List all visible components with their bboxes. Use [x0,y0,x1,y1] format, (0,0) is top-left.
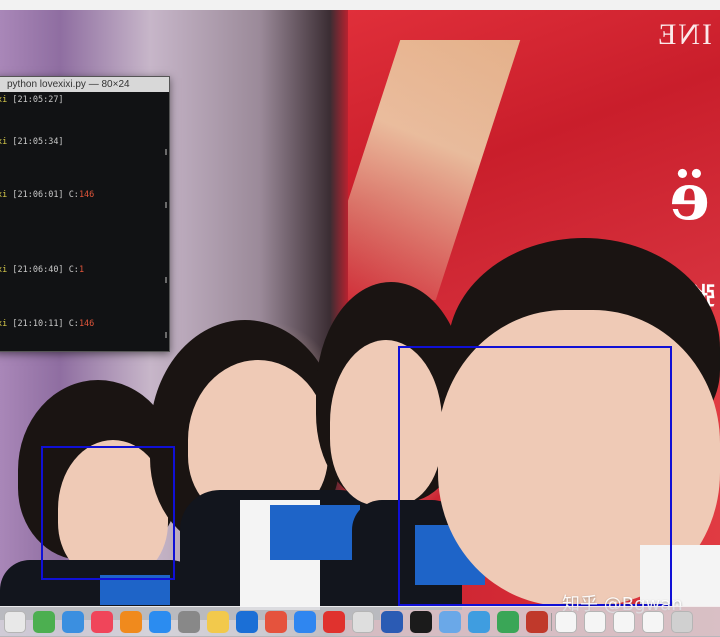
app-store-icon[interactable] [149,611,171,633]
terminal-line-user: xi [0,95,8,105]
photos-icon[interactable] [207,611,229,633]
word-icon[interactable] [381,611,403,633]
chrome-icon[interactable] [265,611,287,633]
keynote-icon[interactable] [62,611,84,633]
stocks-icon[interactable] [33,611,55,633]
terminal-line: xi [21:10:11] C:146 [0,319,94,329]
terminal-line-time: [21:05:27] [12,95,64,105]
poster-script-text: ё [669,160,710,235]
weibo-icon[interactable] [323,611,345,633]
teamviewer-icon[interactable] [236,611,258,633]
terminal-line-label: C: [68,319,79,329]
face-detection-box-right [398,346,672,606]
baidu-netdisk-icon[interactable] [294,611,316,633]
terminal-line: xi [21:05:34] [0,137,64,147]
music-icon[interactable] [91,611,113,633]
pycharm-icon[interactable] [526,611,548,633]
document-2-icon[interactable] [584,611,606,633]
terminal-line-label: C: [68,265,79,275]
preview-icon[interactable] [439,611,461,633]
document-4-icon[interactable] [642,611,664,633]
dock-separator [551,613,552,631]
terminal-line-user: xi [0,190,8,200]
terminal-line-time: [21:10:11] [12,319,64,329]
terminal-line-value: 146 [78,190,95,200]
notes-icon[interactable] [352,611,374,633]
terminal-line: xi [21:05:27] [0,95,64,105]
face-detection-box-left [41,446,175,580]
books-icon[interactable] [120,611,142,633]
poster-top-text: INE [656,18,712,51]
system-preferences-icon[interactable] [178,611,200,633]
terminal-title: python lovexixi.py — 80×24 [0,77,169,92]
terminal-line-user: xi [0,319,8,329]
launchpad-icon[interactable] [4,611,26,633]
terminal-cursor-mark [165,332,167,338]
terminal-line-label: C: [68,190,79,200]
terminal-line-time: [21:05:34] [12,137,64,147]
menu-bar [0,0,720,10]
terminal-line-time: [21:06:40] [12,265,64,275]
terminal-line-value: 1 [78,265,85,275]
terminal-line: xi [21:06:01] C:146 [0,190,94,200]
finder-icon[interactable] [468,611,490,633]
document-icon[interactable] [555,611,577,633]
terminal-line: xi [21:06:40] C:1 [0,265,84,275]
trash-icon[interactable] [671,611,693,633]
sync-icon[interactable] [497,611,519,633]
document-3-icon[interactable] [613,611,635,633]
terminal-cursor-mark [165,149,167,155]
terminal-line-user: xi [0,265,8,275]
dock [0,606,720,637]
terminal-cursor-mark [165,202,167,208]
terminal-icon[interactable] [410,611,432,633]
terminal-window[interactable]: python lovexixi.py — 80×24 xi [21:05:27]… [0,76,170,352]
terminal-line-time: [21:06:01] [12,190,64,200]
poster-gold-streak [348,40,521,300]
terminal-cursor-mark [165,277,167,283]
terminal-line-value: 146 [78,319,95,329]
terminal-line-user: xi [0,137,8,147]
